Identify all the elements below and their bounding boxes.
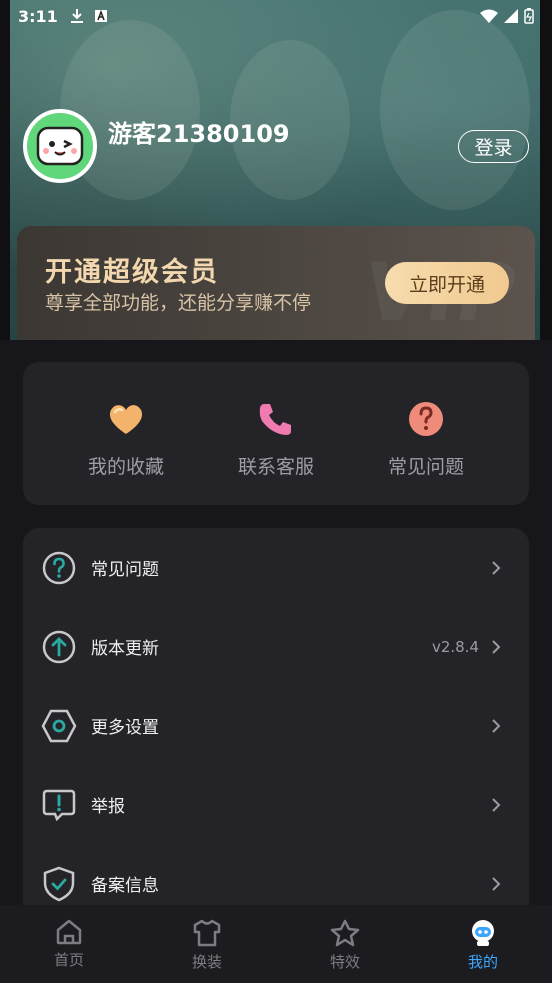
menu-item-label: 更多设置 (91, 718, 159, 738)
font-a-icon (94, 9, 107, 22)
download-icon (70, 9, 83, 23)
tab-home[interactable]: 首页 (0, 905, 138, 983)
quick-actions-panel: 我的收藏 联系客服 常见问题 (23, 362, 529, 505)
battery-icon (524, 8, 534, 24)
quick-item-label: 我的收藏 (87, 456, 164, 478)
help-circle-icon (41, 550, 77, 586)
settings-hex-icon (41, 708, 77, 744)
avatar[interactable] (23, 109, 97, 183)
wifi-icon (480, 9, 498, 23)
tab-effects[interactable]: 特效 (276, 905, 414, 983)
vip-title: 开通超级会员 (45, 257, 219, 288)
quick-item-favorites[interactable]: 我的收藏 (51, 362, 201, 505)
shirt-icon (193, 919, 221, 947)
star-icon (330, 919, 360, 947)
question-icon (407, 400, 445, 438)
phone-icon (257, 400, 295, 438)
status-bar: 3:11 (0, 0, 552, 32)
chevron-right-icon (492, 560, 501, 575)
heart-icon (107, 400, 145, 438)
chevron-right-icon (492, 718, 501, 733)
chevron-right-icon (492, 797, 501, 812)
menu-item-label: 举报 (91, 797, 125, 817)
tab-label: 换装 (191, 953, 222, 971)
mascot-face-icon (36, 126, 84, 166)
robot-icon (472, 920, 494, 946)
menu-item-label: 常见问题 (91, 560, 159, 580)
report-bubble-icon (41, 787, 77, 823)
menu-item-settings[interactable]: 更多设置 (23, 686, 529, 765)
settings-menu: 常见问题 版本更新 v2.8.4 更多设置 举报 备案信息 (23, 528, 529, 928)
menu-item-report[interactable]: 举报 (23, 765, 529, 844)
quick-item-faq[interactable]: 常见问题 (351, 362, 501, 505)
menu-item-label: 备案信息 (91, 876, 159, 896)
status-time: 3:11 (18, 6, 58, 26)
upload-circle-icon (41, 629, 77, 665)
signal-icon (504, 9, 518, 23)
vip-open-button[interactable]: 立即开通 (385, 262, 509, 304)
vip-subtitle: 尊享全部功能，还能分享赚不停 (45, 292, 312, 314)
home-icon (56, 919, 82, 945)
tab-label: 首页 (53, 951, 84, 969)
vip-banner[interactable]: VIP 开通超级会员 尊享全部功能，还能分享赚不停 立即开通 (17, 226, 535, 340)
version-value: v2.8.4 (431, 637, 479, 656)
menu-item-update[interactable]: 版本更新 v2.8.4 (23, 607, 529, 686)
quick-item-label: 联系客服 (237, 456, 314, 478)
bottom-tab-bar: 首页 换装 特效 我的 (0, 905, 552, 983)
tab-label: 特效 (329, 953, 360, 971)
tab-label: 我的 (467, 953, 498, 971)
menu-item-faq[interactable]: 常见问题 (23, 528, 529, 607)
tab-mine[interactable]: 我的 (414, 905, 552, 983)
login-button[interactable]: 登录 (458, 130, 529, 163)
quick-item-support[interactable]: 联系客服 (201, 362, 351, 505)
shield-check-icon (41, 866, 77, 902)
tab-dressup[interactable]: 换装 (138, 905, 276, 983)
menu-item-label: 版本更新 (91, 639, 159, 659)
username: 游客21380109 (108, 120, 290, 148)
chevron-right-icon (492, 639, 501, 654)
chevron-right-icon (492, 876, 501, 891)
quick-item-label: 常见问题 (387, 456, 464, 478)
